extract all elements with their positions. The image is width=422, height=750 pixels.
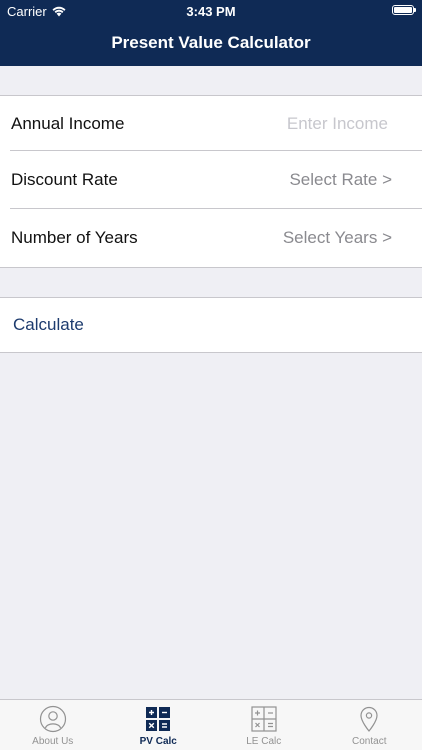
person-icon [39,705,66,733]
action-group: Calculate [0,297,422,353]
annual-income-input[interactable]: Enter Income [287,114,388,134]
tab-label: PV Calc [139,736,177,747]
annual-income-row[interactable]: Annual Income Enter Income [0,96,422,151]
discount-rate-row[interactable]: Discount Rate Select Rate > [0,151,422,209]
status-bar: Carrier 3:43 PM [0,0,422,22]
tab-pv-calc[interactable]: PV Calc [106,700,212,750]
annual-income-label: Annual Income [11,113,125,133]
number-of-years-label: Number of Years [11,227,138,247]
tab-label: About Us [32,736,74,747]
tab-contact[interactable]: Contact [317,700,422,750]
location-pin-icon [360,706,378,732]
discount-rate-selector[interactable]: Select Rate > [289,170,392,190]
status-time: 3:43 PM [186,4,236,19]
battery-icon [392,5,416,15]
input-form-group: Annual Income Enter Income Discount Rate… [0,95,422,268]
number-of-years-row[interactable]: Number of Years Select Years > [0,209,422,266]
discount-rate-label: Discount Rate [11,170,118,189]
calculator-icon [146,707,171,731]
number-of-years-selector[interactable]: Select Years > [283,228,392,248]
calculate-button[interactable]: Calculate [13,315,84,335]
page-title: Present Value Calculator [111,33,311,52]
tab-about-us[interactable]: About Us [0,700,106,750]
tab-bar: About Us PV Calc LE Calc Contact [0,699,422,750]
navigation-bar: Carrier 3:43 PM Present Value Calculator [0,0,422,66]
tab-label: LE Calc [246,736,282,747]
tab-label: Contact [352,736,387,747]
tab-le-calc[interactable]: LE Calc [211,700,317,750]
calculator-icon [251,706,277,732]
